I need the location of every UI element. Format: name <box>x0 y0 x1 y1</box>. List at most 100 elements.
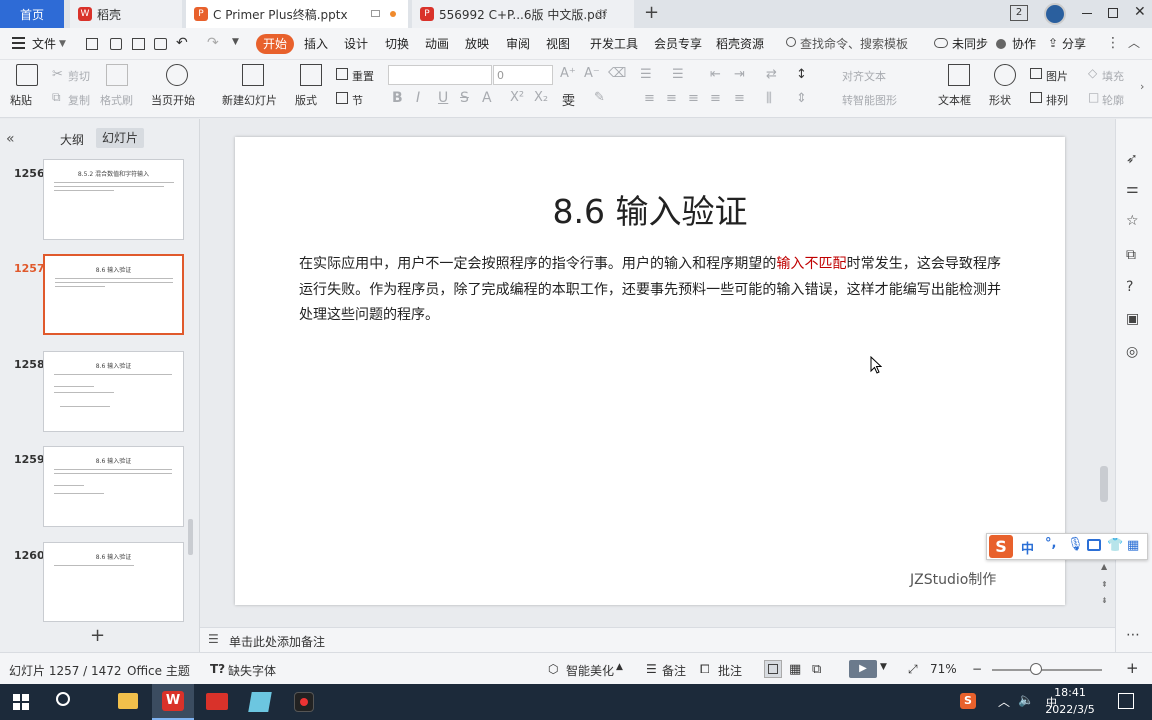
indent-icon[interactable]: ⇥ <box>734 67 745 82</box>
arrange-button[interactable]: 排列 <box>1046 92 1068 108</box>
adjust-icon[interactable]: ⚌ <box>1126 181 1139 197</box>
mic-icon[interactable]: 🎙 <box>1067 537 1084 552</box>
menu-tab-design[interactable]: 设计 <box>344 28 368 60</box>
tab-slides[interactable]: 幻灯片 <box>96 128 144 148</box>
fill-button[interactable]: 填充 <box>1102 68 1124 84</box>
collapse-pane-icon[interactable]: « <box>6 131 15 147</box>
image-icon[interactable]: ▣ <box>1126 311 1139 327</box>
more-dots-icon[interactable]: ⋯ <box>1126 627 1140 643</box>
numbering-icon[interactable]: ☰ <box>672 67 684 82</box>
file-chevron-icon[interactable]: ▼ <box>59 28 66 60</box>
paste-icon[interactable] <box>16 64 38 86</box>
skin-icon[interactable]: 👕 <box>1107 538 1123 553</box>
justify-icon[interactable]: ≡ <box>710 91 721 106</box>
normal-view-icon[interactable] <box>764 660 782 678</box>
notes-placeholder[interactable]: 单击此处添加备注 <box>229 633 325 650</box>
notes-app-icon[interactable] <box>248 692 272 712</box>
tab-home[interactable]: 首页 <box>0 0 64 28</box>
slide-title[interactable]: 8.6 输入验证 <box>235 185 1065 233</box>
undo-icon[interactable]: ↶ <box>176 35 188 51</box>
menu-tab-animation[interactable]: 动画 <box>425 28 449 60</box>
collab-button[interactable]: 协作 <box>1012 28 1036 60</box>
more-icon[interactable]: ⋮ <box>1106 35 1120 51</box>
zoom-in-icon[interactable]: + <box>1126 659 1139 677</box>
save-icon[interactable] <box>86 38 98 50</box>
font-grow-icon[interactable]: A⁺ <box>560 66 576 81</box>
close-icon[interactable]: ✕ <box>1134 4 1146 20</box>
rocket-icon[interactable]: ➶ <box>1126 151 1138 167</box>
star-icon[interactable]: ☆ <box>1126 213 1139 229</box>
taskbar-search-icon[interactable] <box>56 692 70 706</box>
menu-tab-transition[interactable]: 切换 <box>385 28 409 60</box>
keyboard-icon[interactable] <box>1087 539 1101 551</box>
slide-paragraph[interactable]: 在实际应用中，用户不一定会按照程序的指令行事。用户的输入和程序期望的输入不匹配时… <box>299 252 1001 329</box>
text-direction-icon[interactable]: ⇄ <box>766 67 777 82</box>
underline-icon[interactable]: U <box>438 90 448 106</box>
tab-window-icon[interactable] <box>597 10 606 17</box>
theme-name[interactable]: Office 主题 <box>127 662 190 679</box>
section-button[interactable]: 节 <box>352 92 363 108</box>
new-slide-icon[interactable] <box>242 64 264 86</box>
taskbar-wps-active[interactable]: W <box>152 684 194 720</box>
highlight-icon[interactable]: ✎ <box>594 90 605 105</box>
add-slide-plus-icon[interactable]: + <box>90 625 105 646</box>
notes-toggle-button[interactable]: 备注 <box>662 662 686 679</box>
menu-tab-developer[interactable]: 开发工具 <box>590 28 638 60</box>
distribute-icon[interactable]: ≡ <box>734 91 745 106</box>
new-tab-plus-icon[interactable]: + <box>644 2 659 23</box>
font-size-select[interactable]: 0 <box>493 65 553 85</box>
fit-window-icon[interactable]: ⤢ <box>908 662 918 677</box>
align-text-button[interactable]: 对齐文本 <box>842 68 886 84</box>
punctuation-icon[interactable]: °, <box>1045 536 1056 551</box>
menu-tab-insert[interactable]: 插入 <box>304 28 328 60</box>
notes-bar[interactable]: ☰ 单击此处添加备注 <box>200 627 1115 652</box>
tab-pdf[interactable]: P 556992 C+P...6版 中文版.pdf <box>412 0 634 28</box>
menu-tab-review[interactable]: 审阅 <box>506 28 530 60</box>
avatar[interactable] <box>1044 3 1066 25</box>
textbox-icon[interactable] <box>948 64 970 86</box>
font-family-select[interactable] <box>388 65 492 85</box>
file-menu[interactable]: 文件 <box>32 28 56 60</box>
windows-start-icon[interactable] <box>13 694 29 710</box>
menu-tab-view[interactable]: 视图 <box>546 28 570 60</box>
cut-button[interactable]: 剪切 <box>68 68 90 84</box>
clock-date[interactable]: 2022/3/5 <box>1040 703 1100 716</box>
pane-scrollbar[interactable] <box>188 519 193 555</box>
menu-tab-docer[interactable]: 稻壳资源 <box>716 28 764 60</box>
smart-shape-button[interactable]: 转智能图形 <box>842 92 897 108</box>
window-counter[interactable]: 2 <box>1010 5 1028 21</box>
slide-thumbnail[interactable]: 8.6 输入验证 <box>43 351 184 432</box>
paragraph-spacing-icon[interactable]: ⇕ <box>796 91 807 106</box>
superscript-icon[interactable]: X² <box>510 90 524 105</box>
slide-sorter-icon[interactable]: ▦ <box>789 662 801 677</box>
line-spacing-icon[interactable]: ↕ <box>796 67 807 82</box>
bullets-icon[interactable]: ☰ <box>640 67 652 82</box>
search-icon[interactable] <box>786 37 796 47</box>
more-chevron-icon[interactable]: ▼ <box>232 37 239 47</box>
menu-tab-member[interactable]: 会员专享 <box>654 28 702 60</box>
copy-button[interactable]: 复制 <box>68 92 90 108</box>
location-icon[interactable]: ◎ <box>1126 344 1138 360</box>
sogou-logo-icon[interactable]: S <box>989 535 1013 558</box>
layout-button[interactable]: 版式 <box>295 92 317 108</box>
minimize-icon[interactable] <box>1082 13 1092 14</box>
volume-icon[interactable]: 🔈 <box>1018 693 1034 708</box>
share-button[interactable]: 分享 <box>1062 28 1086 60</box>
outline-button[interactable]: 轮廓 <box>1102 92 1124 108</box>
textbox-button[interactable]: 文本框 <box>938 92 971 108</box>
command-search[interactable]: 查找命令、搜索模板 <box>800 28 908 60</box>
ribbon-more-icon[interactable]: › <box>1140 80 1144 93</box>
play-from-current-button[interactable]: 当页开始 <box>151 92 195 108</box>
layout-icon[interactable] <box>300 64 322 86</box>
clock-time[interactable]: 18:41 <box>1040 686 1100 699</box>
comment-button[interactable]: 批注 <box>718 662 742 679</box>
zoom-level[interactable]: 71% <box>930 662 957 676</box>
font-shrink-icon[interactable]: A⁻ <box>584 66 600 81</box>
font-color-icon[interactable]: A <box>482 90 492 106</box>
reading-view-icon[interactable]: ⧉ <box>812 662 821 677</box>
slide-thumbnail[interactable]: 8.6 输入验证 <box>43 446 184 527</box>
smart-beautify-button[interactable]: 智能美化 <box>566 662 614 679</box>
slide-canvas[interactable]: 8.6 输入验证 在实际应用中，用户不一定会按照程序的指令行事。用户的输入和程序… <box>235 137 1065 605</box>
file-explorer-icon[interactable] <box>118 693 138 709</box>
redo-icon[interactable]: ↷ <box>207 35 219 51</box>
